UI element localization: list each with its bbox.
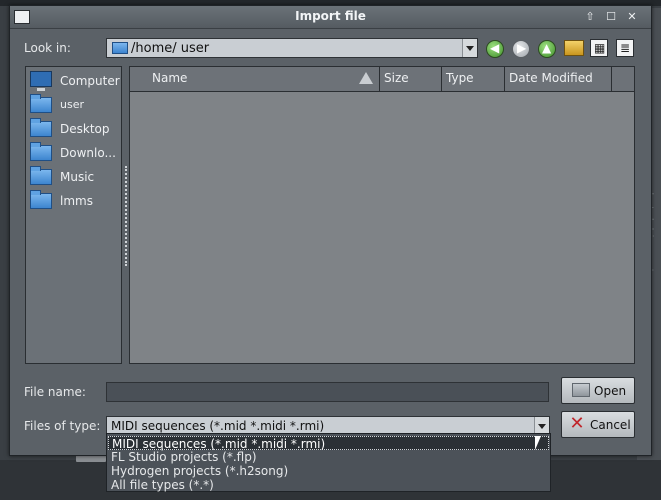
dropdown-option-midi[interactable]: MIDI sequences (*.mid *.midi *.rmi) xyxy=(108,436,549,451)
files-of-type-label: Files of type: xyxy=(24,419,101,433)
sidebar-item-label: Music xyxy=(60,170,95,184)
folder-icon xyxy=(112,42,128,54)
chevron-down-icon[interactable] xyxy=(462,39,477,57)
sort-ascending-icon xyxy=(359,72,373,84)
file-name-label: File name: xyxy=(24,385,86,399)
forward-icon[interactable]: ▶ xyxy=(512,40,530,58)
open-button[interactable]: Open xyxy=(561,377,635,404)
look-in-label: Look in: xyxy=(24,41,71,55)
folder-icon xyxy=(30,190,52,209)
sidebar-item-label: user xyxy=(60,98,84,111)
close-icon[interactable]: ✕ xyxy=(625,10,639,24)
sidebar-item-label: lmms xyxy=(60,194,93,208)
folder-icon xyxy=(30,166,52,185)
dropdown-option-flp[interactable]: FL Studio projects (*.flp) xyxy=(108,450,549,464)
new-folder-icon[interactable] xyxy=(564,40,584,56)
file-list-header: Name Size Type Date Modified xyxy=(130,67,634,92)
sidebar-item-computer[interactable]: Computer xyxy=(30,70,120,92)
file-name-input[interactable] xyxy=(106,382,549,402)
column-header-label: Name xyxy=(152,71,188,85)
folder-icon xyxy=(30,94,52,113)
dropdown-option-h2song[interactable]: Hydrogen projects (*.h2song) xyxy=(108,464,549,478)
maximize-icon[interactable]: ☐ xyxy=(604,10,618,24)
sidebar-item-lmms[interactable]: lmms xyxy=(30,190,120,212)
sidebar-item-downloads[interactable]: Downlo... xyxy=(30,142,120,164)
sidebar-item-music[interactable]: Music xyxy=(30,166,120,188)
column-header-label: Size xyxy=(384,71,409,85)
detail-view-icon[interactable]: ≣ xyxy=(616,39,634,57)
window-title: Import file xyxy=(295,9,366,23)
file-list[interactable]: Name Size Type Date Modified xyxy=(129,66,635,364)
open-folder-icon xyxy=(572,383,590,397)
up-folder-icon[interactable]: ▲ xyxy=(538,40,556,58)
sidebar-item-label: Downlo... xyxy=(60,146,116,160)
sidebar-item-user[interactable]: user xyxy=(30,94,120,116)
sidebar-item-desktop[interactable]: Desktop xyxy=(30,118,120,140)
dropdown-option-all[interactable]: All file types (*.*) xyxy=(108,478,549,492)
look-in-combo[interactable]: /home/ user xyxy=(106,38,478,58)
cancel-button[interactable]: ✕ Cancel xyxy=(561,411,635,438)
folder-icon xyxy=(30,142,52,161)
import-file-dialog: Import file ⇧ ☐ ✕ Look in: /home/ user ◀… xyxy=(9,5,652,456)
cancel-button-label: Cancel xyxy=(590,418,631,432)
column-header-size[interactable]: Size xyxy=(380,67,442,91)
files-of-type-value: MIDI sequences (*.mid *.midi *.rmi) xyxy=(111,419,325,433)
column-header-name[interactable]: Name xyxy=(130,67,380,91)
look-in-path: /home/ user xyxy=(131,41,210,56)
sidebar-item-label: Computer xyxy=(60,74,120,88)
sidebar-item-label: Desktop xyxy=(60,122,110,136)
column-header-label: Date Modified xyxy=(509,71,593,85)
icon-view-icon[interactable]: ▦ xyxy=(590,39,608,57)
folder-icon xyxy=(30,118,52,137)
file-type-dropdown-list: MIDI sequences (*.mid *.midi *.rmi) FL S… xyxy=(106,433,551,492)
keep-above-icon[interactable]: ⇧ xyxy=(583,10,597,24)
mouse-cursor-icon xyxy=(535,436,541,450)
titlebar: Import file ⇧ ☐ ✕ xyxy=(10,6,651,29)
open-button-label: Open xyxy=(594,384,627,398)
column-header-date-modified[interactable]: Date Modified xyxy=(505,67,612,91)
cancel-x-icon: ✕ xyxy=(569,413,585,434)
column-header-type[interactable]: Type xyxy=(442,67,505,91)
computer-icon xyxy=(30,71,52,91)
back-icon[interactable]: ◀ xyxy=(486,40,504,58)
places-sidebar: Computer user Desktop Downlo... Music lm… xyxy=(25,66,122,364)
column-header-label: Type xyxy=(446,71,474,85)
